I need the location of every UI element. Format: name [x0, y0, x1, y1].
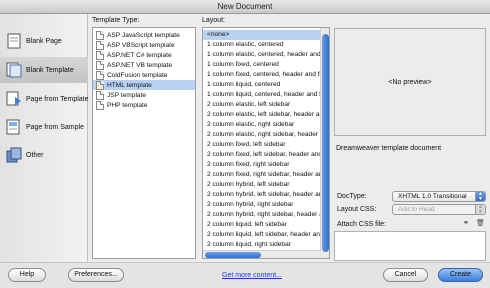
file-icon — [96, 90, 104, 100]
template-type-item[interactable]: PHP template — [93, 100, 195, 110]
create-button[interactable]: Create — [438, 268, 483, 282]
layout-item[interactable]: 2 column fixed, right sidebar — [203, 160, 321, 170]
template-type-item[interactable]: ASP VBScript template — [93, 40, 195, 50]
layout-vertical-scrollbar[interactable] — [320, 28, 329, 258]
preview-area: <No preview> — [334, 28, 486, 136]
layout-item[interactable]: 2 column liquid, left sidebar — [203, 220, 321, 230]
file-icon — [96, 60, 104, 70]
category-label: Other — [26, 151, 44, 159]
category-blank-page[interactable]: Blank Page — [0, 28, 88, 54]
category-other[interactable]: Other — [0, 142, 88, 168]
category-label: Blank Page — [26, 37, 62, 45]
layout-item[interactable]: 2 column liquid, left sidebar, header an… — [203, 230, 321, 240]
layout-item[interactable]: 2 column fixed, left sidebar — [203, 140, 321, 150]
help-button[interactable]: Help — [8, 268, 46, 282]
layout-css-label: Layout CSS: — [337, 206, 377, 213]
scrollbar-thumb[interactable] — [205, 252, 261, 258]
category-page-from-template[interactable]: Page from Template — [0, 86, 89, 112]
template-type-item[interactable]: ASP.NET VB template — [93, 60, 195, 70]
file-icon — [96, 50, 104, 60]
layout-item[interactable]: 2 column liquid, right sidebar — [203, 240, 321, 250]
doctype-select[interactable]: XHTML 1.0 Transitional ▲ ▼ — [392, 191, 486, 202]
template-type-label: Template Type: — [92, 17, 140, 24]
layout-item[interactable]: 1 column fixed, centered, header and fo — [203, 70, 321, 80]
preferences-button[interactable]: Preferences... — [68, 268, 124, 282]
category-label: Blank Template — [26, 66, 74, 74]
template-type-item[interactable]: ColdFusion template — [93, 70, 195, 80]
layout-item[interactable]: 2 column hybrid, left sidebar — [203, 180, 321, 190]
page-from-sample-icon — [6, 119, 22, 135]
scrollbar-thumb[interactable] — [322, 34, 329, 252]
layout-list[interactable]: <none> 1 column elastic, centered 1 column… — [202, 27, 330, 259]
blank-page-icon — [6, 33, 22, 49]
window-title: New Document — [0, 0, 490, 14]
template-type-item[interactable]: ASP.NET C# template — [93, 50, 195, 60]
blank-template-icon — [6, 62, 22, 78]
file-icon — [96, 30, 104, 40]
preview-placeholder: <No preview> — [388, 78, 432, 86]
category-page-from-sample[interactable]: Page from Sample — [0, 114, 88, 140]
category-label: Page from Template — [26, 95, 89, 103]
template-type-list[interactable]: ASP JavaScript template ASP VBScript tem… — [92, 27, 196, 259]
layout-item[interactable]: 2 column hybrid, right sidebar, header a — [203, 210, 321, 220]
layout-item[interactable]: 2 column elastic, right sidebar — [203, 120, 321, 130]
layout-label: Layout: — [202, 17, 225, 24]
attach-css-label: Attach CSS file: — [337, 221, 387, 228]
get-more-content-link[interactable]: Get more content... — [222, 272, 282, 279]
layout-item[interactable]: 1 column elastic, centered, header and f… — [203, 50, 321, 60]
template-description: Dreamweaver template document — [336, 145, 442, 152]
category-blank-template[interactable]: Blank Template — [0, 57, 88, 83]
layout-item[interactable]: 2 column hybrid, left sidebar, header an — [203, 190, 321, 200]
cancel-button[interactable]: Cancel — [383, 268, 428, 282]
select-arrows-icon: ▲ ▼ — [475, 192, 485, 201]
template-type-item-selected[interactable]: HTML template — [93, 80, 195, 90]
layout-item[interactable]: 2 column elastic, right sidebar, header … — [203, 130, 321, 140]
layout-item[interactable]: 2 column elastic, left sidebar, header a… — [203, 110, 321, 120]
layout-css-select[interactable]: Add to Head ▲ ▼ — [392, 204, 486, 215]
layout-item[interactable]: 1 column elastic, centered — [203, 40, 321, 50]
template-type-item[interactable]: JSP template — [93, 90, 195, 100]
trash-icon[interactable]: 🗑 — [476, 219, 485, 227]
link-icon[interactable]: ⚭ — [463, 219, 469, 227]
layout-item-selected[interactable]: <none> — [203, 30, 321, 40]
layout-item[interactable]: 2 column hybrid, right sidebar — [203, 200, 321, 210]
template-type-item[interactable]: ASP JavaScript template — [93, 30, 195, 40]
other-icon — [6, 147, 22, 163]
file-icon — [96, 70, 104, 80]
html-file-icon — [96, 80, 104, 90]
layout-item[interactable]: 2 column fixed, right sidebar, header an… — [203, 170, 321, 180]
layout-item[interactable]: 2 column fixed, left sidebar, header and — [203, 150, 321, 160]
select-arrows-icon: ▲ ▼ — [475, 205, 485, 214]
layout-horizontal-scrollbar[interactable] — [203, 250, 321, 258]
attached-css-list[interactable] — [334, 231, 486, 261]
layout-item[interactable]: 1 column fixed, centered — [203, 60, 321, 70]
file-icon — [96, 40, 104, 50]
layout-item[interactable]: 1 column liquid, centered — [203, 80, 321, 90]
doctype-label: DocType: — [337, 193, 367, 200]
file-icon — [96, 100, 104, 110]
page-from-template-icon — [6, 91, 22, 107]
category-panel: Blank Page Blank Template Page from Temp… — [0, 14, 89, 262]
layout-item[interactable]: 1 column liquid, centered, header and fo — [203, 90, 321, 100]
category-label: Page from Sample — [26, 123, 84, 131]
layout-item[interactable]: 2 column elastic, left sidebar — [203, 100, 321, 110]
